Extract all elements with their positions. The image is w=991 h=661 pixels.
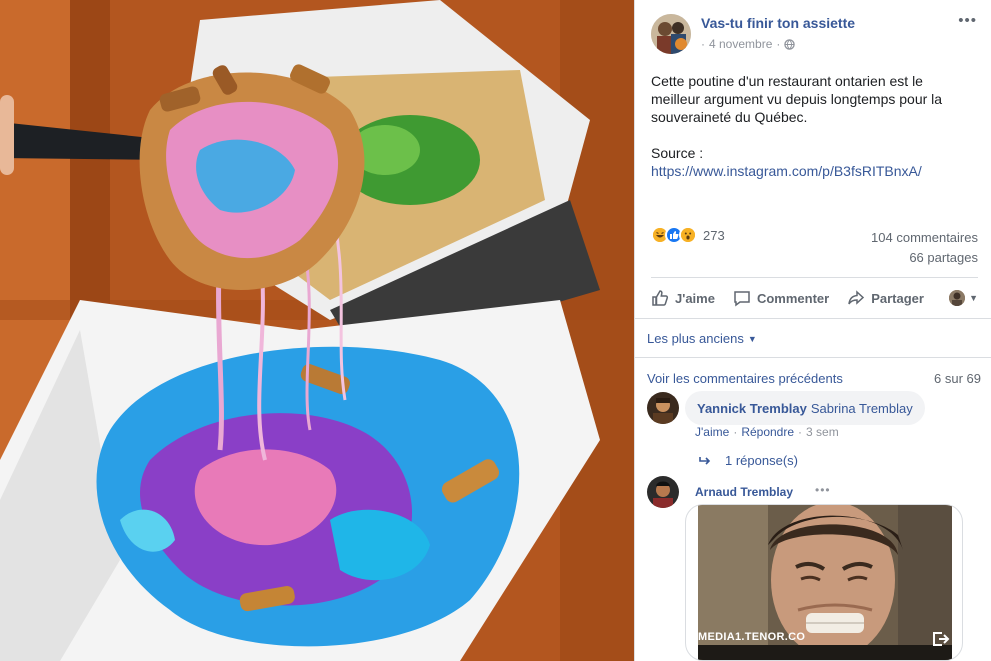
post-photo[interactable] [0,0,634,661]
comment-sort-bar: Les plus anciens ▼ [635,318,991,358]
wow-reaction-icon [679,226,697,244]
meta-dot: · [776,37,781,51]
comments-count[interactable]: 104 commentaires [871,230,978,245]
sort-label: Les plus anciens [647,331,744,346]
comment-icon [734,291,750,307]
meta-dot: · [701,37,705,51]
globe-icon [784,38,796,50]
page-name[interactable]: Vas-tu finir ton assiette [701,15,855,31]
comment-mention[interactable]: Sabrina Tremblay [811,401,913,416]
post-message: Cette poutine d'un restaurant ontarien e… [651,73,943,125]
gif-source-caption: MEDIA1.TENOR.CO [698,631,806,643]
post-meta: · 4 novembre · [701,37,796,51]
page-avatar[interactable] [651,14,691,54]
more-icon[interactable]: ••• [958,13,977,28]
user-avatar [949,290,966,306]
separator: · [798,425,803,439]
comment-time[interactable]: 3 sem [806,425,839,439]
view-replies[interactable]: 1 réponse(s) [699,453,798,468]
thumbs-up-icon [652,290,669,306]
divider [651,277,978,278]
replies-count: 1 réponse(s) [725,453,798,468]
caret-down-icon: ▼ [747,333,757,344]
share-arrow-icon [848,290,865,305]
source-link[interactable]: https://www.instagram.com/p/B3fsRITBnxA/ [651,163,922,179]
post-date[interactable]: 4 novembre [709,37,772,51]
comment-like-link[interactable]: J'aime [695,425,729,439]
reply-arrow-icon [699,456,711,465]
like-button[interactable]: J'aime [651,289,715,307]
comment-author[interactable]: Yannick Tremblay [697,401,807,416]
commenter-avatar[interactable] [647,392,679,424]
comment-gif[interactable]: MEDIA1.TENOR.CO [685,504,963,661]
post-text: Cette poutine d'un restaurant ontarien e… [651,72,971,198]
reactions-summary[interactable]: 273 [651,226,725,244]
view-previous-comments[interactable]: Voir les commentaires précédents [647,371,843,386]
separator: · [733,425,738,439]
action-bar: J'aime Commenter Partager ▼ [651,282,978,314]
post-as-selector[interactable]: ▼ [949,290,978,306]
reactions-count[interactable]: 273 [703,228,725,243]
more-icon[interactable]: ••• [815,483,831,497]
caret-down-icon: ▼ [969,293,978,303]
comment-bubble: Yannick Tremblay Sabrina Tremblay [685,391,925,425]
comment-actions: J'aime · Répondre · 3 sem [695,425,839,439]
comment-sort-dropdown[interactable]: Les plus anciens ▼ [647,331,757,346]
comment-button[interactable]: Commenter [733,289,829,307]
comment-label: Commenter [756,290,830,306]
comment-author[interactable]: Arnaud Tremblay [695,485,793,499]
commenter-avatar[interactable] [647,476,679,508]
source-label: Source : [651,145,704,161]
share-button[interactable]: Partager [847,289,924,307]
open-external-icon[interactable] [930,629,950,649]
like-label: J'aime [675,290,715,306]
share-label: Partager [871,290,924,306]
comment-reply-link[interactable]: Répondre [741,425,794,439]
post-source: Source : https://www.instagram.com/p/B3f… [651,144,971,180]
shares-count[interactable]: 66 partages [909,250,978,265]
post-sidebar: Vas-tu finir ton assiette · 4 novembre ·… [634,0,991,661]
comments-pager: 6 sur 69 [934,371,981,386]
